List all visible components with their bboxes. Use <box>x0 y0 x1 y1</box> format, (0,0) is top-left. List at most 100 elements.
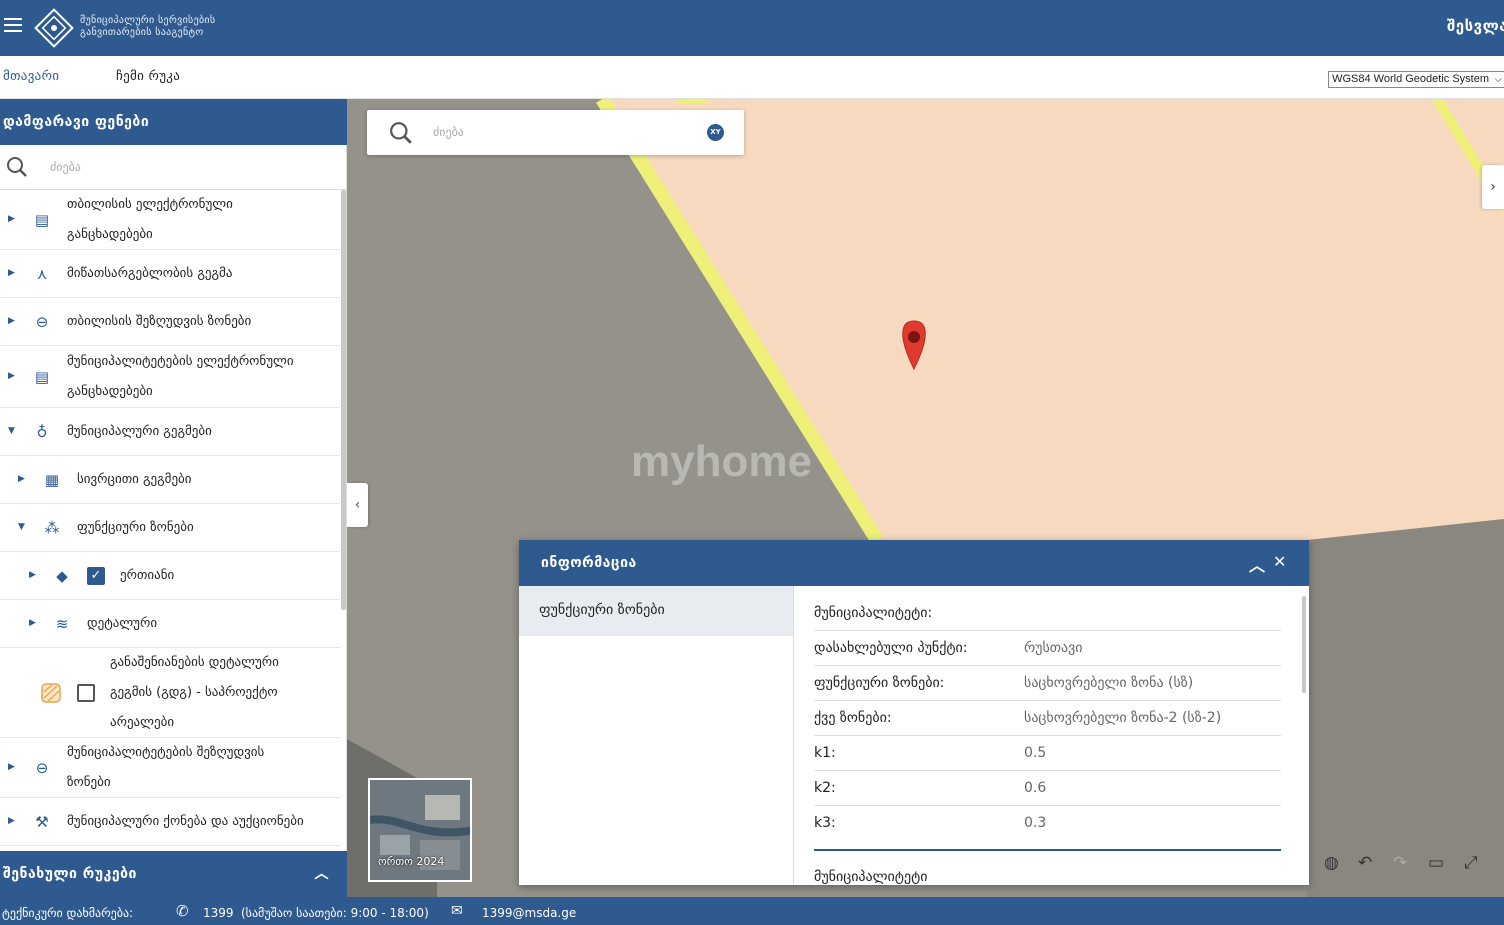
info-panel-title: ინფორმაცია <box>541 555 637 571</box>
caret-right-icon[interactable]: ▶ <box>8 816 15 826</box>
ruler-icon[interactable]: ▭ <box>1428 853 1444 873</box>
info-value: 0.6 <box>1024 780 1047 796</box>
undo-icon[interactable]: ↶ <box>1358 853 1372 873</box>
search-icon <box>7 157 27 177</box>
redo-icon[interactable]: ↷ <box>1393 853 1407 873</box>
caret-right-icon[interactable]: ▶ <box>18 474 25 484</box>
info-divider <box>814 849 1281 851</box>
layer-item-unified[interactable]: ▶ ◆ ✓ ერთიანი <box>0 552 340 600</box>
collapse-sidebar-button[interactable]: ‹ <box>347 483 368 527</box>
layer-item-land-use-plan[interactable]: ▶ ⋏ მიწათსარგებლობის გეგმა <box>0 250 340 298</box>
caret-right-icon[interactable]: ▶ <box>8 214 15 224</box>
myhome-watermark: myhome <box>631 437 812 486</box>
info-row-k3: k3: 0.3 <box>814 806 1281 841</box>
tab-functional-zones[interactable]: ფუნქციური ზონები <box>519 586 793 636</box>
layer-item-spatial-plans[interactable]: ▶ ▦ სივრცითი გეგმები <box>0 456 340 504</box>
info-next-section: მუნიციპალიტეტი <box>814 869 928 885</box>
support-footer: ტექნიკური დახმარება: ✆ 1399 (სამუშაო საა… <box>0 897 1504 925</box>
search-icon <box>390 122 412 144</box>
crs-value: WGS84 World Geodetic System <box>1332 73 1489 85</box>
sidebar-title: დამფარავი ფენები <box>0 99 347 145</box>
zones-icon: ⁂ <box>44 519 60 537</box>
sidebar-scrollbar[interactable] <box>341 190 346 610</box>
top-nav: მთავარი ჩემი რუკა WGS84 World Geodetic S… <box>0 56 1504 99</box>
layer-label: სივრცითი გეგმები <box>77 472 192 487</box>
menu-icon[interactable] <box>4 18 22 34</box>
info-value: საცხოვრებელი ზონა (სზ) <box>1024 675 1194 691</box>
caret-down-icon[interactable]: ▼ <box>18 522 25 532</box>
info-key: k1: <box>814 745 836 761</box>
saved-maps-header[interactable]: შენახული რუკები ︿ <box>0 851 347 897</box>
info-key: ფუნქციური ზონები: <box>814 675 945 691</box>
info-key: მუნიციპალიტეტი: <box>814 605 933 621</box>
layer-checkbox[interactable] <box>77 684 95 702</box>
layer-label: არეალები <box>110 715 175 730</box>
support-phone[interactable]: 1399 <box>203 906 234 920</box>
caret-right-icon[interactable]: ▶ <box>29 570 36 580</box>
info-panel: ინფორმაცია ︿ ✕ ფუნქციური ზონები მუნიციპა… <box>519 540 1309 885</box>
layer-item-tbilisi-restriction-zones[interactable]: ▶ ⊖ თბილისის შეზღუდვის ზონები <box>0 298 340 346</box>
document-icon: ▤ <box>34 368 50 386</box>
layer-tree: ▶ ▤ თბილისის ელექტრონული განცხადებები ▶ … <box>0 190 340 851</box>
mail-icon: ✉ <box>451 903 463 919</box>
info-scrollbar[interactable] <box>1302 596 1306 693</box>
chevron-down-icon: ⌵ <box>1494 74 1502 85</box>
layer-item-municipal-restriction-zones[interactable]: ▶ ⊖ მუნიციპალიტეტების შეზღუდვის ზონები <box>0 738 340 798</box>
caret-down-icon[interactable]: ▼ <box>8 426 15 436</box>
crs-select[interactable]: WGS84 World Geodetic System ⌵ <box>1328 71 1504 88</box>
layer-item-municipal-applications[interactable]: ▶ ▤ მუნიციპალიტეტების ელექტრონული განცხა… <box>0 346 340 408</box>
map-search-box[interactable]: ძიება XY <box>367 110 744 155</box>
caret-right-icon[interactable]: ▶ <box>8 268 15 278</box>
phone-icon: ✆ <box>176 902 189 920</box>
layer-item-municipal-property[interactable]: ▶ ⚒ მუნიციპალური ქონება და აუქციონები <box>0 798 340 846</box>
info-key: ქვე ზონები: <box>814 710 892 726</box>
layer-label: მუნიციპალური ქონება და აუქციონები <box>67 814 304 829</box>
globe-icon[interactable]: ◍ <box>1324 853 1339 873</box>
layer-item-detailed[interactable]: ▶ ≋ დეტალური <box>0 600 340 648</box>
layer-label: მუნიციპალიტეტების ელექტრონული <box>67 354 294 369</box>
layer-search-placeholder: ძიება <box>50 160 81 174</box>
layer-item-municipal-plans[interactable]: ▼ ♁ მუნიციპალური გეგმები <box>0 408 340 456</box>
login-link[interactable]: შესვლა <box>1447 17 1504 35</box>
chevron-up-icon[interactable]: ︿ <box>315 863 330 883</box>
layer-item-development-plan-areas[interactable]: განაშენიანების დეტალური გეგმის (გდგ) - ს… <box>0 648 340 738</box>
info-details: მუნიციპალიტეტი: დასახლებული პუნქტი: რუსთ… <box>794 586 1309 885</box>
info-row-k2: k2: 0.6 <box>814 771 1281 806</box>
chevron-left-icon: ‹ <box>354 497 361 513</box>
chevron-right-icon: › <box>1490 179 1496 195</box>
restriction-icon: ⊖ <box>35 759 49 777</box>
pin-icon: ♁ <box>36 423 48 441</box>
grid-icon: ▦ <box>44 471 60 489</box>
agency-logo[interactable] <box>34 8 74 48</box>
layer-label: თბილისის ელექტრონული <box>67 197 233 212</box>
nav-main[interactable]: მთავარი <box>3 69 59 84</box>
map-toolbar: ◍ ↶ ↷ ▭ ⤢ <box>1302 851 1504 883</box>
layer-label: მუნიციპალური გეგმები <box>67 424 212 439</box>
info-value: 0.5 <box>1024 745 1047 761</box>
support-email[interactable]: 1399@msda.ge <box>482 906 576 920</box>
expand-right-panel-button[interactable]: › <box>1482 165 1504 209</box>
caret-right-icon[interactable]: ▶ <box>8 316 15 326</box>
info-value: 0.3 <box>1024 815 1047 831</box>
close-icon[interactable]: ✕ <box>1273 552 1287 571</box>
chevron-up-icon[interactable]: ︿ <box>1249 552 1266 576</box>
fullscreen-icon[interactable]: ⤢ <box>1464 853 1478 873</box>
info-tab-list: ფუნქციური ზონები <box>519 586 794 885</box>
basemap-switcher[interactable]: ორთო 2024 <box>368 778 472 882</box>
restriction-icon: ⊖ <box>35 313 49 331</box>
caret-right-icon[interactable]: ▶ <box>8 762 15 772</box>
info-row-k1: k1: 0.5 <box>814 736 1281 771</box>
layer-checkbox-checked[interactable]: ✓ <box>87 567 105 585</box>
coordinate-search-icon[interactable]: XY <box>707 124 724 141</box>
layer-item-functional-zones[interactable]: ▼ ⁂ ფუნქციური ზონები <box>0 504 340 552</box>
caret-right-icon[interactable]: ▶ <box>8 371 15 381</box>
layer-label: თბილისის შეზღუდვის ზონები <box>67 314 252 329</box>
caret-right-icon[interactable]: ▶ <box>29 618 36 628</box>
layer-item-tbilisi-applications[interactable]: ▶ ▤ თბილისის ელექტრონული განცხადებები <box>0 190 340 250</box>
layer-search[interactable]: ძიება <box>0 145 347 190</box>
info-value: რუსთავი <box>1024 640 1083 656</box>
layer-label: მუნიციპალიტეტების შეზღუდვის <box>67 745 265 760</box>
nav-my-map[interactable]: ჩემი რუკა <box>116 69 180 84</box>
layers-icon: ≋ <box>55 615 69 633</box>
layer-label: ერთიანი <box>120 568 175 583</box>
